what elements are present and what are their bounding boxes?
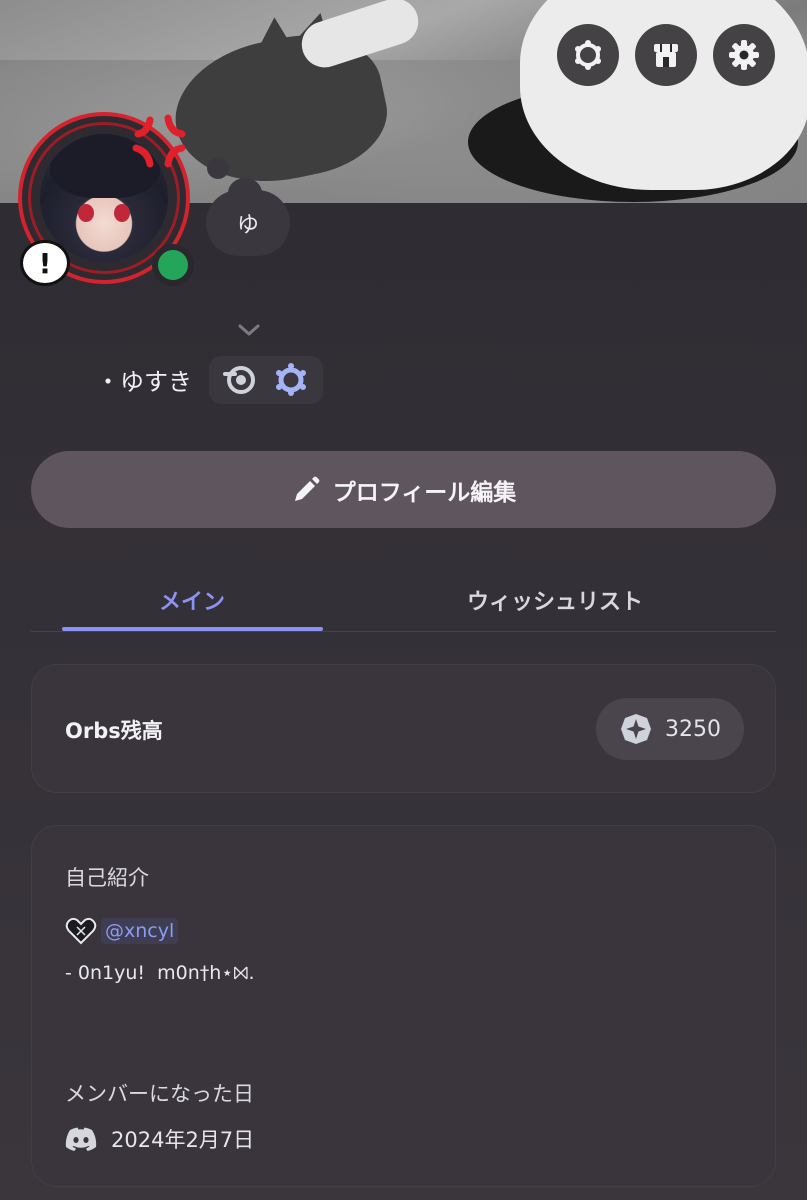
alert-glyph: ! (38, 246, 52, 280)
orbs-balance-value: 3250 (665, 716, 721, 742)
orbs-label: Orbs残高 (65, 719, 163, 743)
heart-emoji-icon (65, 917, 97, 945)
status-indicator (152, 244, 194, 286)
tab-divider (31, 631, 776, 632)
anger-mark-icon (128, 112, 190, 170)
settings-button[interactable] (713, 24, 775, 86)
gear-icon (729, 40, 759, 70)
custom-status-text: ゆ (236, 213, 259, 238)
bio-card: 自己紹介 @xncyl - 0n1yu! m0n†h⋆⨝. メンバーになった日 … (31, 825, 776, 1187)
orbs-balance-pill[interactable]: 3250 (596, 698, 744, 760)
nitro-badge-icon[interactable] (273, 362, 309, 398)
member-since-date: 2024年2月7日 (111, 1128, 255, 1152)
user-mention-link[interactable]: @xncyl (101, 918, 179, 944)
shop-icon (654, 44, 678, 67)
tab-main[interactable]: メイン (62, 570, 322, 630)
member-since-row: 2024年2月7日 (65, 1124, 254, 1154)
orb-quest-badge-icon[interactable] (223, 362, 259, 398)
avatar[interactable]: ! (18, 112, 194, 288)
thought-dot-small (207, 157, 229, 179)
discord-logo-icon (65, 1127, 97, 1151)
display-name: ・ゆすき (96, 368, 192, 396)
orbs-balance-card: Orbs残高 3250 (31, 664, 776, 793)
shop-button[interactable] (635, 24, 697, 86)
edit-profile-button[interactable]: プロフィール編集 (31, 451, 776, 528)
chevron-down-icon[interactable] (236, 321, 262, 339)
bio-first-line: @xncyl (65, 914, 179, 948)
member-since-title: メンバーになった日 (65, 1082, 254, 1106)
bio-text-line: - 0n1yu! m0n†h⋆⨝. (65, 962, 255, 984)
orb-icon (621, 714, 651, 744)
nitro-button[interactable] (557, 24, 619, 86)
nitro-ring-icon (575, 40, 601, 70)
pencil-icon (294, 476, 320, 501)
online-status-icon (158, 250, 188, 280)
custom-status-bubble[interactable]: ゆ (206, 190, 290, 256)
badge-list (209, 356, 323, 404)
edit-profile-label: プロフィール編集 (332, 479, 517, 506)
alert-bubble-icon: ! (20, 240, 70, 286)
tab-wishlist[interactable]: ウィッシュリスト (390, 570, 720, 630)
bio-title: 自己紹介 (65, 866, 149, 890)
